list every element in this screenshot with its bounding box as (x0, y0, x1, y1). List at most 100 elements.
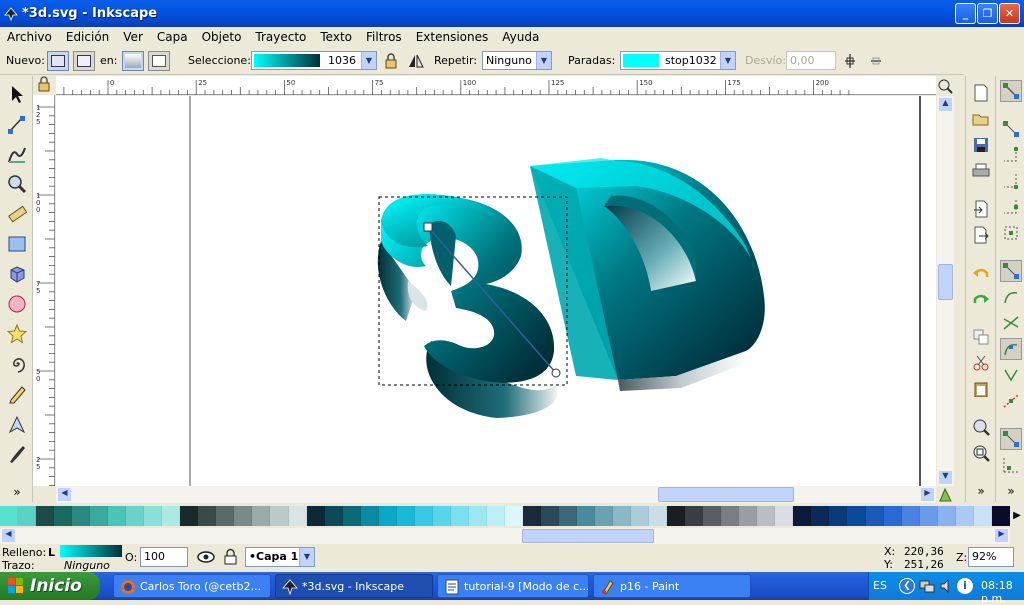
desvio-input[interactable]: 0,00 (786, 51, 836, 70)
menu-ayuda[interactable]: Ayuda (502, 30, 539, 44)
palette-swatch[interactable] (757, 506, 776, 526)
snap-page-icon[interactable] (1000, 428, 1022, 450)
menu-archivo[interactable]: Archivo (7, 30, 52, 44)
palette-swatch[interactable] (378, 506, 397, 526)
paste-clipboard-icon[interactable] (970, 378, 992, 400)
selector-tool-icon[interactable] (5, 82, 29, 106)
palette-swatch[interactable] (486, 506, 505, 526)
fill-target-button[interactable] (122, 51, 144, 71)
menu-edicion[interactable]: Edición (66, 30, 109, 44)
repetir-select[interactable]: Ninguno ▼ (482, 51, 552, 70)
menu-ver[interactable]: Ver (123, 30, 143, 44)
minimize-button[interactable]: _ (955, 3, 976, 24)
palette-swatch[interactable] (522, 506, 541, 526)
zoom-selection-icon[interactable] (970, 416, 992, 438)
rectangle-tool-icon[interactable] (5, 232, 29, 256)
palette-swatch[interactable] (558, 506, 577, 526)
snap-bbox-icon[interactable] (1000, 118, 1022, 140)
snap-bbox-center-icon[interactable] (1000, 222, 1022, 244)
palette-swatch[interactable] (649, 506, 668, 526)
zoom-drawing-icon[interactable] (970, 442, 992, 464)
gradient-end-handle[interactable] (551, 368, 561, 378)
palette-swatch[interactable] (288, 506, 307, 526)
print-icon[interactable] (970, 160, 992, 182)
palette-swatch[interactable] (0, 506, 19, 526)
palette-swatch[interactable] (721, 506, 740, 526)
tweak-tool-icon[interactable] (5, 142, 29, 166)
menu-filtros[interactable]: Filtros (366, 30, 402, 44)
stops-select[interactable]: stop1032 ▼ (620, 51, 736, 70)
palette-swatch[interactable] (252, 506, 271, 526)
palette-swatch[interactable] (144, 506, 163, 526)
palette-swatch[interactable] (54, 506, 73, 526)
palette-swatch[interactable] (901, 506, 920, 526)
drawing-canvas[interactable] (56, 96, 936, 486)
gradient-start-handle[interactable] (423, 222, 433, 232)
eye-visibility-icon[interactable] (196, 548, 216, 566)
palette-swatch[interactable] (72, 506, 91, 526)
stroke-target-button[interactable] (148, 51, 170, 71)
close-button[interactable]: ✕ (999, 3, 1020, 24)
menu-trayecto[interactable]: Trayecto (255, 30, 306, 44)
palette-swatch[interactable] (342, 506, 361, 526)
palette-swatch[interactable] (919, 506, 938, 526)
measure-tool-icon[interactable] (5, 202, 29, 226)
palette-swatch[interactable] (613, 506, 632, 526)
import-icon[interactable] (970, 198, 992, 220)
taskbar-item-tutorial[interactable]: tutorial-9 [Modo de c... (437, 574, 589, 598)
taskbar-item-paint[interactable]: p16 - Paint (593, 574, 751, 598)
delete-stop-icon[interactable] (868, 53, 884, 69)
color-manage-icon[interactable] (937, 486, 954, 503)
snap-bbox-edge-icon[interactable] (1000, 144, 1022, 166)
palette-swatch[interactable] (973, 506, 992, 526)
palette-swatch[interactable] (955, 506, 974, 526)
palette-swatch[interactable] (685, 506, 704, 526)
ellipse-tool-icon[interactable] (5, 292, 29, 316)
lock-icon[interactable] (383, 53, 399, 69)
palette-swatch[interactable] (126, 506, 145, 526)
pen-tool-icon[interactable] (5, 412, 29, 436)
palette-swatch[interactable] (847, 506, 866, 526)
palette-swatch[interactable] (865, 506, 884, 526)
palette-swatch[interactable] (991, 506, 1010, 526)
menu-capa[interactable]: Capa (157, 30, 188, 44)
menu-texto[interactable]: Texto (320, 30, 352, 44)
snap-centers-icon[interactable] (1000, 390, 1022, 412)
palette-swatch[interactable] (396, 506, 415, 526)
more-commands-chevron-icon[interactable]: » (970, 480, 992, 502)
start-button[interactable]: Inicio (0, 572, 100, 600)
canvas-horizontal-scrollbar[interactable]: ◀ ▶ (56, 486, 936, 503)
palette-swatch[interactable] (162, 506, 181, 526)
radial-gradient-button[interactable] (73, 51, 95, 71)
new-document-icon[interactable] (970, 82, 992, 104)
palette-swatch[interactable] (631, 506, 650, 526)
snap-paths-icon[interactable] (1000, 286, 1022, 308)
more-tools-chevron-icon[interactable]: » (5, 480, 29, 504)
node-tool-icon[interactable] (5, 112, 29, 136)
volume-icon[interactable] (939, 578, 955, 594)
menu-extensiones[interactable]: Extensiones (416, 30, 489, 44)
palette-swatch[interactable] (883, 506, 902, 526)
calligraphy-tool-icon[interactable] (5, 442, 29, 466)
snap-grid-icon[interactable] (1000, 454, 1022, 476)
add-stop-icon[interactable] (842, 53, 858, 69)
horizontal-scroll-thumb[interactable] (658, 487, 794, 502)
palette-swatch[interactable] (18, 506, 37, 526)
cut-scissors-icon[interactable] (970, 352, 992, 374)
palette-scroll-thumb[interactable] (522, 529, 654, 543)
palette-swatch[interactable] (540, 506, 559, 526)
opacity-input[interactable]: 100 (140, 547, 188, 567)
palette-swatch[interactable] (667, 506, 686, 526)
info-icon[interactable]: i (957, 578, 973, 594)
taskbar-item-firefox[interactable]: Carlos Toro (@cetb2... (113, 574, 271, 598)
pencil-tool-icon[interactable] (5, 382, 29, 406)
palette-swatch[interactable] (703, 506, 722, 526)
palette-swatch[interactable] (360, 506, 379, 526)
taskbar-item-inkscape[interactable]: *3d.svg - Inkscape (275, 574, 433, 598)
redo-icon[interactable] (970, 288, 992, 310)
spiral-tool-icon[interactable] (5, 352, 29, 376)
palette-swatch[interactable] (414, 506, 433, 526)
palette-swatch[interactable] (432, 506, 451, 526)
snap-intersections-icon[interactable] (1000, 312, 1022, 334)
gradient-select[interactable]: 1036 ▼ (251, 51, 377, 70)
